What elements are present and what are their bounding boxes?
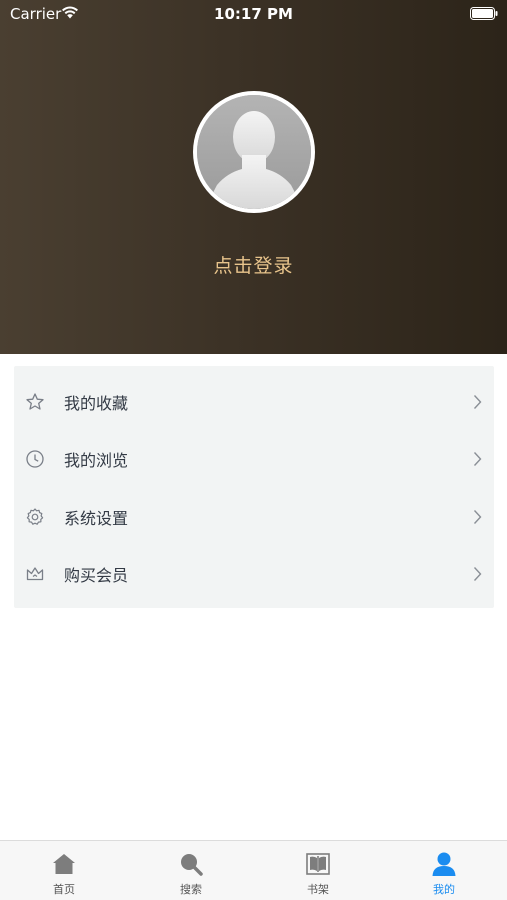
tab-label: 搜索 xyxy=(180,883,202,896)
menu-item-settings[interactable]: 系统设置 xyxy=(14,488,494,545)
search-icon xyxy=(181,854,203,876)
tab-mine[interactable]: 我的 xyxy=(381,841,507,900)
tab-home[interactable]: 首页 xyxy=(1,841,127,900)
avatar[interactable] xyxy=(193,91,315,213)
star-icon xyxy=(26,393,44,410)
menu-item-history[interactable]: 我的浏览 xyxy=(14,430,494,487)
clock-icon xyxy=(26,450,44,468)
profile-page: Carrier 10:17 PM 点击登录 我的收藏 我的浏览 系统设置 购买会… xyxy=(0,0,507,900)
menu-item-label: 我的收藏 xyxy=(64,394,129,413)
default-avatar-icon xyxy=(197,95,311,209)
home-icon xyxy=(53,854,75,874)
tab-bookshelf[interactable]: 书架 xyxy=(255,841,381,900)
menu-item-membership[interactable]: 购买会员 xyxy=(14,545,494,602)
tab-label: 我的 xyxy=(433,883,455,896)
tab-label: 首页 xyxy=(53,883,75,896)
menu-item-label: 系统设置 xyxy=(64,509,129,528)
menu-card: 我的收藏 我的浏览 系统设置 购买会员 xyxy=(14,366,494,608)
gear-icon xyxy=(26,508,44,525)
battery-icon xyxy=(470,7,498,20)
menu-item-favorites[interactable]: 我的收藏 xyxy=(14,373,494,430)
crown-icon xyxy=(26,567,44,581)
chevron-right-icon xyxy=(473,510,482,524)
book-icon xyxy=(306,853,330,875)
tab-bar: 首页 搜索 书架 我的 xyxy=(0,840,507,900)
tab-search[interactable]: 搜索 xyxy=(128,841,254,900)
user-icon xyxy=(432,852,456,876)
chevron-right-icon xyxy=(473,395,482,409)
tab-label: 书架 xyxy=(307,883,329,896)
status-time: 10:17 PM xyxy=(214,5,293,23)
status-bar: Carrier 10:17 PM xyxy=(0,0,507,28)
chevron-right-icon xyxy=(473,567,482,581)
login-button[interactable]: 点击登录 xyxy=(0,251,507,278)
menu-item-label: 购买会员 xyxy=(64,566,129,585)
profile-header: Carrier 10:17 PM 点击登录 xyxy=(0,0,507,354)
menu-item-label: 我的浏览 xyxy=(64,451,129,470)
chevron-right-icon xyxy=(473,452,482,466)
